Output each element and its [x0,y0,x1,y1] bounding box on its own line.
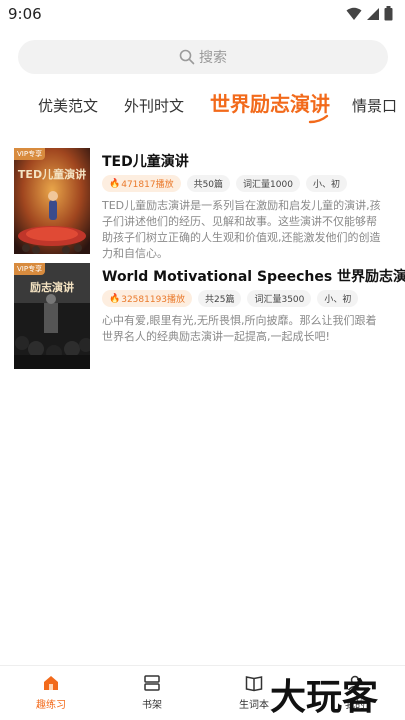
status-icons [346,6,393,21]
book-card[interactable]: VIP专享 TED儿童演讲 TED儿童演讲 🔥 471817播放 共50篇 词汇量… [14,148,394,260]
book-description: 心中有爱,眼里有光,无所畏惧,所向披靡。那么让我们跟着世界名人的经典励志演讲一起… [102,314,377,343]
article-count-tag: 共25篇 [198,290,242,307]
book-cover: VIP专享 TED儿童演讲 [14,148,90,254]
status-time: 9:06 [8,5,42,23]
article-count-tag: 共50篇 [186,175,231,192]
tab-foreign-press[interactable]: 外刊时文 [124,95,184,116]
plays-count: 471817播放 [121,180,174,190]
nav-bookshelf[interactable]: 书架 [117,674,187,711]
search-bar[interactable]: 搜索 [18,40,388,74]
book-card[interactable]: VIP专享 励志演讲 World Motivational Speeches 世… [14,263,405,369]
tab-active-underline [308,114,329,124]
vip-badge: VIP专享 [14,148,46,160]
vip-badge: VIP专享 [14,263,46,275]
battery-icon [384,6,393,21]
plays-count: 32581193播放 [121,295,186,305]
watermark-logo: 大玩客 [270,677,379,718]
cover-title: TED儿童演讲 [17,168,87,181]
nav-label: 书架 [142,700,162,711]
home-icon [44,676,58,690]
search-icon [179,49,195,65]
book-description: TED儿童励志演讲是一系列旨在激励和启发儿童的演讲,孩子们讲述他们的经历、见解和… [102,199,381,260]
signal-icon [367,7,379,20]
search-placeholder: 搜索 [199,50,227,66]
tab-essays[interactable]: 优美范文 [38,95,98,116]
book-title: World Motivational Speeches 世界励志演讲 [102,269,405,285]
bookshelf-icon [144,675,160,691]
wifi-icon [346,7,362,20]
tab-world-speeches[interactable]: 世界励志演讲 [210,88,330,117]
book-icon [245,676,263,692]
tab-situational[interactable]: 情景口 [352,95,397,116]
level-tag: 小、初 [305,175,347,192]
vocab-tag: 词汇量1000 [236,175,300,192]
nav-label: 趣练习 [36,700,66,711]
nav-practice[interactable]: 趣练习 [16,674,86,711]
category-tabs: 优美范文 外刊时文 世界励志演讲 情景口 [0,86,405,126]
book-tags: 🔥 471817播放 共50篇 词汇量1000 小、初 [102,175,347,192]
flame-icon: 🔥 [109,178,121,189]
book-title: TED儿童演讲 [102,154,189,170]
status-bar: 9:06 [0,0,405,30]
plays-tag: 🔥 32581193播放 [102,290,193,307]
book-tags: 🔥 32581193播放 共25篇 词汇量3500 小、初 [102,290,359,307]
flame-icon: 🔥 [109,293,121,304]
plays-tag: 🔥 471817播放 [102,175,181,192]
cover-title: 励志演讲 [30,281,74,294]
book-cover: VIP专享 励志演讲 [14,263,90,369]
vocab-tag: 词汇量3500 [247,290,312,307]
level-tag: 小、初 [317,290,359,307]
